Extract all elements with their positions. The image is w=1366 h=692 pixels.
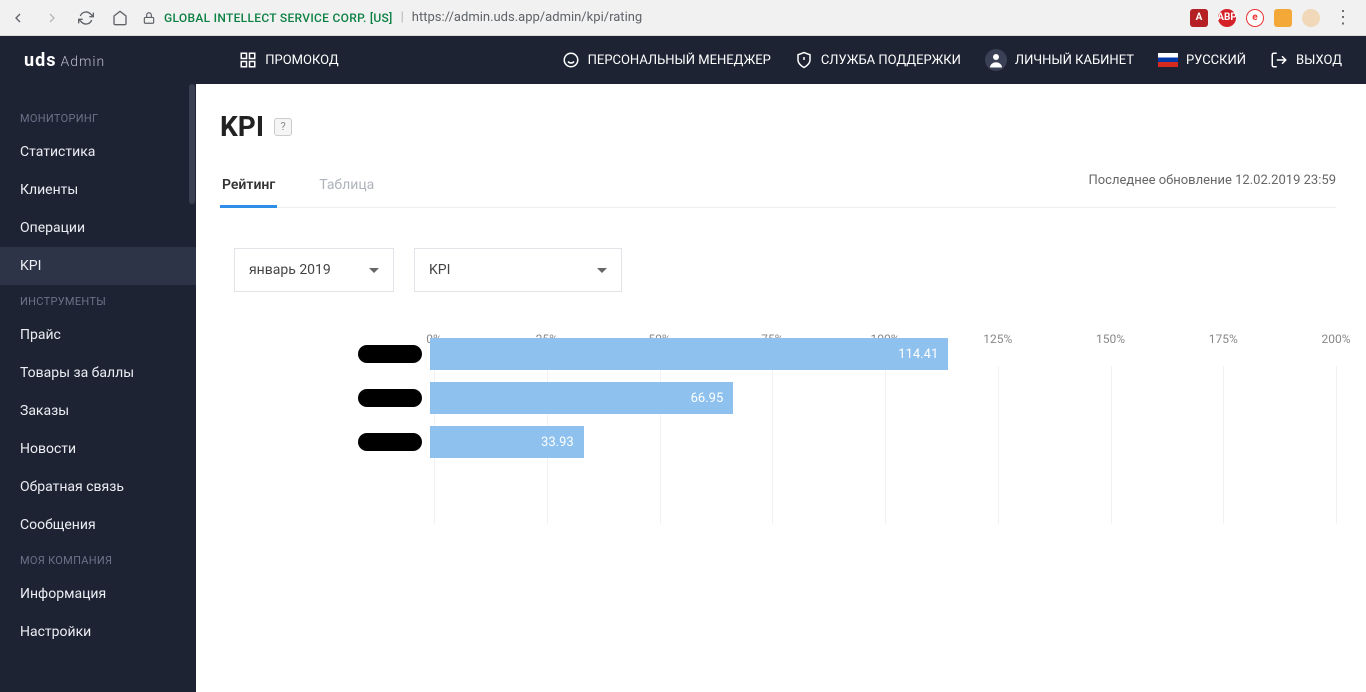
language-select[interactable]: РУССКИЙ <box>1158 53 1246 68</box>
ext-icon-e[interactable]: e <box>1246 9 1264 27</box>
sidebar-item-price[interactable]: Прайс <box>0 316 196 354</box>
forward-icon[interactable] <box>44 10 60 26</box>
page-title: KPI <box>220 110 264 143</box>
flag-icon <box>1158 53 1178 67</box>
exit-icon <box>1270 51 1288 69</box>
kpi-chart: 0%25%50%75%100%125%150%175%200%Ники114.4… <box>220 332 1336 592</box>
sidebar-item-clients[interactable]: Клиенты <box>0 171 196 209</box>
period-select[interactable]: январь 2019 <box>234 248 394 292</box>
address-bar[interactable]: GLOBAL INTELLECT SERVICE CORP. [US] | ht… <box>142 10 1176 25</box>
org-name: GLOBAL INTELLECT SERVICE CORP. [US] <box>164 11 393 25</box>
sidebar-item-goods[interactable]: Товары за баллы <box>0 354 196 392</box>
help-icon[interactable]: ? <box>274 118 292 136</box>
metric-select[interactable]: KPI <box>414 248 622 292</box>
chevron-down-icon <box>369 268 379 273</box>
sidebar-section-tools: ИНСТРУМЕНТЫ <box>0 285 196 316</box>
reload-icon[interactable] <box>78 10 94 26</box>
chevron-down-icon <box>597 268 607 273</box>
last-updated: Последнее обновление 12.02.2019 23:59 <box>1088 173 1336 202</box>
sidebar-item-news[interactable]: Новости <box>0 430 196 468</box>
shield-icon <box>795 51 813 69</box>
sidebar-item-operations[interactable]: Операции <box>0 209 196 247</box>
qr-icon <box>239 51 257 69</box>
app-header: udsAdmin ПРОМОКОД ПЕРСОНАЛЬНЫЙ МЕНЕДЖЕР … <box>0 36 1366 84</box>
menu-icon[interactable]: ⋮ <box>1330 7 1356 28</box>
headset-icon <box>562 51 580 69</box>
browser-chrome: GLOBAL INTELLECT SERVICE CORP. [US] | ht… <box>0 0 1366 36</box>
extension-icons: A ABP e ⋮ <box>1190 7 1356 28</box>
promo-button[interactable]: ПРОМОКОД <box>239 51 338 69</box>
adblock-icon[interactable]: ABP <box>1218 9 1236 27</box>
page-url: https://admin.uds.app/admin/kpi/rating <box>412 10 642 25</box>
bar: 114.41 <box>430 338 948 370</box>
sidebar-item-messages[interactable]: Сообщения <box>0 506 196 544</box>
profile-icon[interactable] <box>1302 9 1320 27</box>
sidebar-item-settings[interactable]: Настройки <box>0 613 196 651</box>
bar-label: Богда <box>220 390 430 406</box>
tab-table[interactable]: Таблица <box>317 167 376 207</box>
main-content: KPI ? Рейтинг Таблица Последнее обновлен… <box>196 84 1366 692</box>
pdf-icon[interactable]: A <box>1190 9 1208 27</box>
cabinet-link[interactable]: ЛИЧНЫЙ КАБИНЕТ <box>985 49 1134 71</box>
personal-manager-link[interactable]: ПЕРСОНАЛЬНЫЙ МЕНЕДЖЕР <box>562 51 771 69</box>
logo[interactable]: udsAdmin <box>24 50 105 71</box>
support-link[interactable]: СЛУЖБА ПОДДЕРЖКИ <box>795 51 961 69</box>
bar: 66.95 <box>430 382 733 414</box>
sidebar: МОНИТОРИНГ Статистика Клиенты Операции K… <box>0 84 196 692</box>
tab-rating[interactable]: Рейтинг <box>220 167 277 207</box>
home-icon[interactable] <box>112 10 128 26</box>
scrollbar[interactable] <box>189 84 195 204</box>
sidebar-item-feedback[interactable]: Обратная связь <box>0 468 196 506</box>
avatar-icon <box>985 49 1007 71</box>
bar-label: Ники <box>220 346 430 362</box>
bar-label: Паве <box>220 434 430 450</box>
sidebar-item-info[interactable]: Информация <box>0 575 196 613</box>
sidebar-item-orders[interactable]: Заказы <box>0 392 196 430</box>
exit-button[interactable]: ВЫХОД <box>1270 51 1342 69</box>
bar-row: Паве33.93 <box>220 420 1336 464</box>
sidebar-section-company: МОЯ КОМПАНИЯ <box>0 544 196 575</box>
ext-icon-1[interactable] <box>1274 9 1292 27</box>
sidebar-item-statistics[interactable]: Статистика <box>0 133 196 171</box>
bar-row: Богда66.95 <box>220 376 1336 420</box>
sidebar-item-kpi[interactable]: KPI <box>0 247 196 285</box>
lock-icon <box>142 11 156 25</box>
bar-row: Ники114.41 <box>220 332 1336 376</box>
bar: 33.93 <box>430 426 584 458</box>
back-icon[interactable] <box>10 10 26 26</box>
sidebar-section-monitoring: МОНИТОРИНГ <box>0 102 196 133</box>
